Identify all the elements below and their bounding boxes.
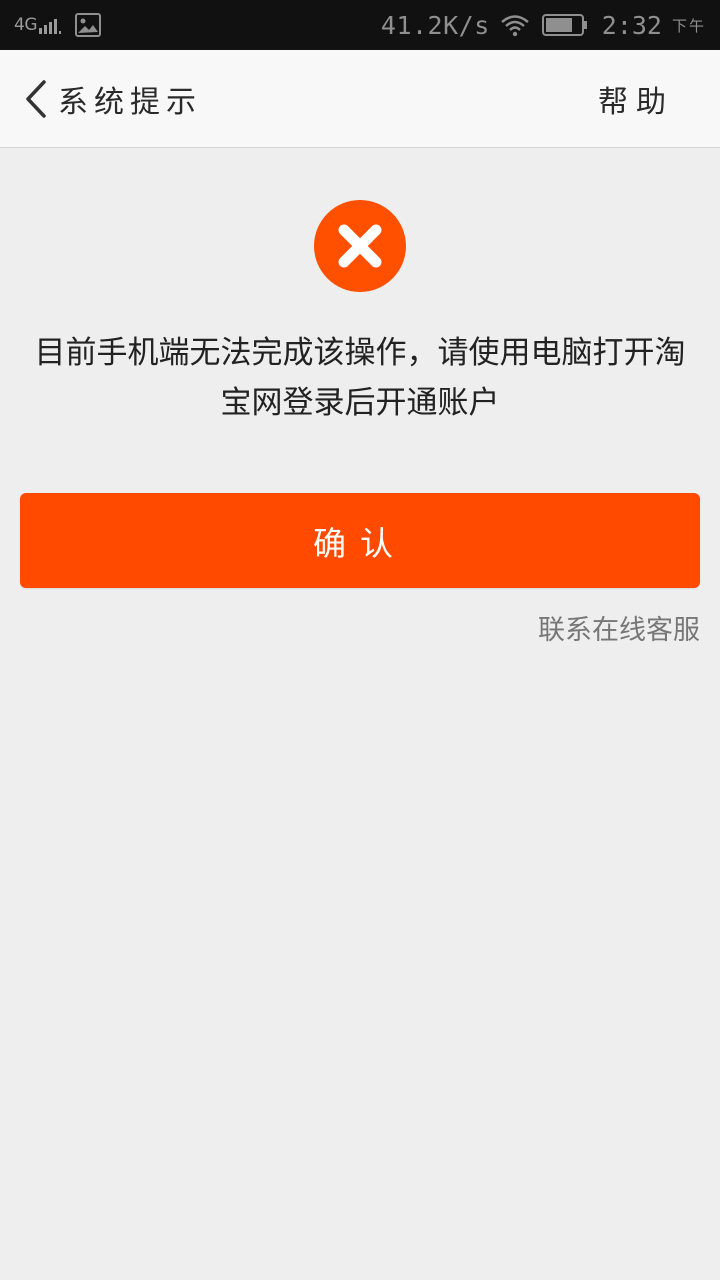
status-bar: 4G 41.2K/s 2:32 下午 [0, 0, 720, 50]
confirm-button[interactable]: 确认 [20, 493, 700, 588]
status-bar-left: 4G [14, 0, 101, 50]
back-button[interactable]: 系统提示 [22, 50, 202, 147]
clock: 2:32 [601, 10, 662, 40]
error-message-line-2: 宝网登录后开通账户 [220, 385, 500, 421]
nav-bar: 系统提示 帮助 [0, 50, 720, 148]
error-message-line-1: 目前手机端无法完成该操作，请使用电脑打开淘 [34, 335, 686, 371]
error-icon [314, 200, 406, 292]
network-speed: 41.2K/s [380, 10, 490, 40]
status-bar-right: 41.2K/s 2:32 下午 [381, 0, 706, 50]
chevron-left-icon [26, 79, 46, 118]
battery-icon [541, 14, 587, 36]
clock-ampm: 下午 [671, 16, 706, 35]
network-type: 4G [14, 15, 38, 35]
help-button[interactable]: 帮助 [598, 50, 674, 147]
image-notification-icon [75, 13, 101, 37]
page-title: 系统提示 [58, 84, 202, 120]
contact-support-link[interactable]: 联系在线客服 [538, 608, 700, 647]
signal-icon [39, 16, 63, 34]
error-message: 目前手机端无法完成该操作，请使用电脑打开淘 宝网登录后开通账户 [20, 328, 700, 428]
wifi-icon [500, 15, 529, 37]
